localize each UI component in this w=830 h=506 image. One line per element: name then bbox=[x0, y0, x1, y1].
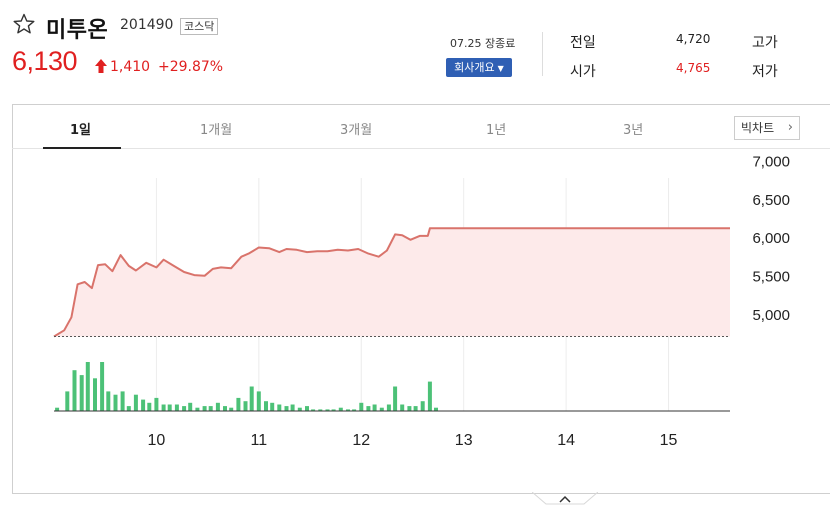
volume-bar bbox=[113, 394, 118, 411]
volume-bar bbox=[106, 391, 111, 411]
volume-bar bbox=[243, 401, 248, 411]
x-tick-label: 14 bbox=[557, 432, 575, 449]
volume-bar bbox=[147, 402, 152, 411]
y-tick-label: 7,000 bbox=[752, 154, 790, 171]
volume-bar bbox=[72, 370, 77, 411]
volume-bar bbox=[427, 381, 432, 411]
y-tick-label: 5,500 bbox=[752, 269, 790, 286]
x-tick-label: 11 bbox=[250, 432, 267, 449]
volume-bar bbox=[270, 402, 275, 411]
volume-bar bbox=[65, 391, 70, 411]
x-tick-label: 10 bbox=[148, 432, 166, 449]
volume-bar bbox=[249, 386, 254, 411]
volume-bar bbox=[93, 378, 97, 411]
x-tick-label: 15 bbox=[660, 432, 678, 449]
price-plot bbox=[53, 227, 730, 338]
volume-bar bbox=[290, 404, 295, 411]
volume-bar bbox=[141, 399, 146, 411]
volume-bar bbox=[366, 406, 371, 411]
volume-bar bbox=[120, 391, 125, 411]
volume-bar bbox=[372, 404, 377, 411]
volume-bar bbox=[223, 406, 227, 411]
volume-bar bbox=[100, 362, 105, 411]
y-tick-label: 5,000 bbox=[752, 307, 790, 324]
volume-bar bbox=[154, 397, 159, 411]
volume-bar bbox=[386, 404, 391, 411]
volume-plot bbox=[55, 362, 438, 411]
volume-bar bbox=[256, 391, 261, 411]
volume-bar bbox=[202, 406, 207, 411]
volume-bar bbox=[407, 406, 412, 411]
y-tick-label: 6,500 bbox=[752, 192, 790, 209]
volume-bar bbox=[277, 404, 282, 411]
volume-bar bbox=[161, 404, 166, 411]
volume-bar bbox=[208, 406, 213, 411]
volume-bar bbox=[174, 404, 179, 411]
volume-bar bbox=[284, 406, 289, 411]
intraday-chart: 7,000 6,500 6,000 5,500 5,000 10 11 12 13 14 15 bbox=[53, 154, 790, 449]
volume-bar bbox=[305, 406, 309, 411]
volume-bar bbox=[182, 406, 187, 411]
volume-bar bbox=[413, 406, 418, 411]
volume-bar bbox=[79, 375, 84, 411]
volume-bar bbox=[420, 401, 425, 411]
volume-bar bbox=[393, 386, 398, 411]
x-tick-label: 13 bbox=[455, 432, 473, 449]
y-tick-label: 6,000 bbox=[752, 230, 790, 247]
volume-bar bbox=[215, 402, 220, 411]
volume-bar bbox=[167, 404, 172, 411]
volume-bar bbox=[400, 404, 405, 411]
volume-bar bbox=[188, 402, 193, 411]
volume-bar bbox=[264, 401, 268, 411]
volume-bar bbox=[126, 406, 131, 411]
volume-bar bbox=[133, 394, 138, 411]
price-area bbox=[54, 228, 730, 337]
volume-bar bbox=[236, 397, 241, 411]
volume-bar bbox=[85, 362, 90, 411]
volume-bar bbox=[359, 402, 364, 411]
x-tick-label: 12 bbox=[352, 432, 370, 449]
